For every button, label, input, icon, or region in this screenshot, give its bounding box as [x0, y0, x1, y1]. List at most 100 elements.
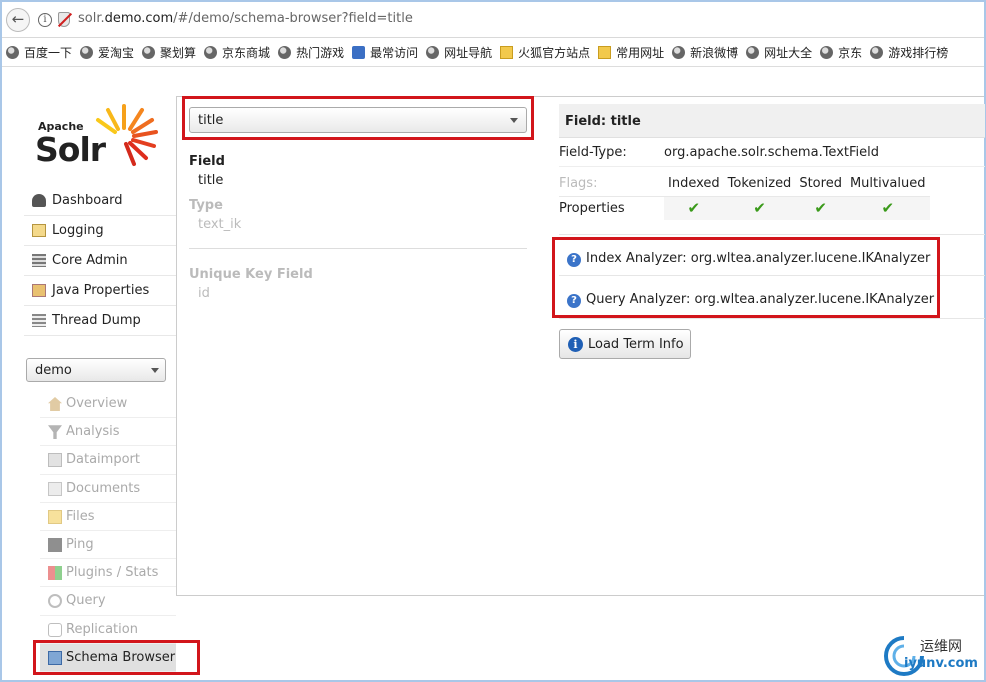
watermark: 运维网 iyunv.com [880, 630, 984, 680]
folder-icon [48, 509, 62, 524]
bookmark-label: 最常访问 [370, 46, 419, 60]
bookmark-item[interactable]: 京东 [820, 39, 863, 66]
nav-item-core-admin[interactable]: Core Admin [24, 246, 176, 276]
home-icon [48, 397, 62, 411]
chevron-down-icon [151, 368, 159, 373]
url-input[interactable]: solr.demo.com/#/demo/schema-browser?fiel… [78, 11, 413, 26]
core-nav-item-dataimport[interactable]: Dataimport [40, 446, 176, 475]
core-nav-item-overview[interactable]: Overview [40, 390, 176, 419]
core-nav-label: Analysis [66, 424, 120, 440]
ping-icon [48, 537, 62, 552]
load-term-info-button[interactable]: i Load Term Info [559, 329, 691, 359]
bookmark-label: 热门游戏 [296, 46, 345, 60]
dashboard-icon [32, 194, 46, 207]
bookmark-item[interactable]: 热门游戏 [278, 39, 345, 66]
bookmark-label: 京东 [838, 46, 863, 60]
bookmark-item[interactable]: 新浪微博 [672, 39, 738, 66]
globe-icon [870, 46, 884, 59]
nav-item-thread-dump[interactable]: Thread Dump [24, 306, 176, 336]
core-admin-icon [32, 254, 46, 267]
folder-icon [598, 46, 612, 59]
core-nav-item-analysis[interactable]: Analysis [40, 418, 176, 447]
nav-item-logging[interactable]: Logging [24, 216, 176, 246]
nav-item-label: Logging [52, 223, 104, 238]
bookmark-label: 网址导航 [444, 46, 493, 60]
solr-label: Solr [35, 130, 106, 169]
core-nav-item-query[interactable]: Query [40, 587, 176, 616]
globe-icon [6, 46, 19, 59]
core-nav-label: Overview [66, 396, 128, 411]
info-icon: i [568, 337, 583, 352]
flag-header-multivalued: Multivalued [849, 176, 926, 192]
unique-key-label: Unique Key Field [189, 267, 313, 282]
logging-icon [32, 224, 46, 237]
bookmark-item[interactable]: 游戏排行榜 [870, 39, 949, 66]
type-value: text_ik [198, 217, 242, 232]
thread-dump-icon [32, 314, 46, 327]
bookmark-item[interactable]: 聚划算 [142, 39, 196, 66]
bookmark-item[interactable]: 京东商城 [204, 39, 270, 66]
nav-item-dashboard[interactable]: Dashboard [24, 186, 176, 216]
blocked-content-icon[interactable] [58, 12, 70, 27]
field-details: Field: title Field-Type: org.apache.solr… [559, 97, 985, 367]
flag-header-indexed: Indexed [668, 176, 720, 192]
stored-check-icon: ✔ [795, 195, 846, 220]
divider [559, 234, 985, 235]
globe-icon [80, 46, 94, 59]
watermark-en: iyunv.com [904, 656, 978, 671]
schema-browser-panel: title Field title Type text_ik Unique Ke… [176, 96, 985, 596]
nav-item-label: Dashboard [52, 193, 123, 208]
bookmarks-bar: 百度一下 爱淘宝 聚划算 京东商城 热门游戏 最常访问 网址导航 火狐官方站点 常用网址 新浪微博… [2, 39, 984, 67]
back-arrow-icon[interactable]: ← [6, 8, 30, 32]
folder-icon [500, 46, 514, 59]
globe-icon [820, 46, 834, 59]
bookmark-item[interactable]: 最常访问 [352, 39, 419, 66]
highlight-analyzers [552, 237, 940, 318]
core-nav-item-ping[interactable]: Ping [40, 531, 176, 560]
bookmark-item[interactable]: 火狐官方站点 [500, 39, 591, 66]
bookmark-item[interactable]: 网址导航 [426, 39, 493, 66]
core-nav-item-plugins-stats[interactable]: Plugins / Stats [40, 559, 176, 588]
magnifier-icon [48, 594, 62, 609]
load-term-info-label: Load Term Info [588, 337, 684, 352]
bookmark-label: 百度一下 [24, 46, 73, 60]
bookmark-item[interactable]: 常用网址 [598, 39, 664, 66]
bookmark-label: 火狐官方站点 [518, 46, 591, 60]
core-nav-item-documents[interactable]: Documents [40, 475, 176, 503]
tokenized-check-icon: ✔ [723, 195, 796, 220]
bookmark-item[interactable]: 百度一下 [6, 39, 73, 66]
nav-item-label: Java Properties [52, 283, 150, 298]
search-icon [352, 46, 366, 59]
properties-label: Properties [559, 195, 664, 220]
watermark-cn: 运维网 [920, 639, 962, 655]
type-label: Type [189, 198, 223, 213]
field-value: title [198, 173, 224, 188]
divider [559, 166, 985, 167]
field-label: Field [189, 154, 225, 169]
plugins-icon [48, 566, 62, 581]
documents-icon [48, 481, 62, 496]
bookmark-label: 游戏排行榜 [888, 46, 949, 60]
divider [559, 318, 985, 319]
bookmark-label: 网址大全 [764, 46, 813, 60]
funnel-icon [48, 425, 62, 440]
field-details-header: Field: title [559, 104, 985, 138]
globe-icon [204, 46, 218, 59]
core-nav-label: Query [66, 593, 106, 609]
solr-logo[interactable]: Apache Solr [32, 104, 162, 174]
flag-header-tokenized: Tokenized [727, 176, 792, 192]
core-nav-item-files[interactable]: Files [40, 503, 176, 531]
flags-table: Flags: Indexed Tokenized Stored Multival… [559, 172, 930, 220]
globe-icon [142, 46, 156, 59]
core-selector[interactable]: demo [26, 358, 166, 382]
core-nav-label: Replication [66, 621, 138, 637]
info-icon[interactable]: i [38, 13, 52, 27]
bookmark-item[interactable]: 爱淘宝 [80, 39, 134, 66]
field-type-label: Field-Type: [559, 145, 627, 160]
nav-item-label: Core Admin [52, 253, 128, 268]
field-type-value: org.apache.solr.schema.TextField [664, 145, 879, 160]
globe-icon [746, 46, 760, 59]
nav-item-java-properties[interactable]: Java Properties [24, 276, 176, 306]
bookmark-item[interactable]: 网址大全 [746, 39, 813, 66]
indexed-check-icon: ✔ [664, 195, 724, 220]
